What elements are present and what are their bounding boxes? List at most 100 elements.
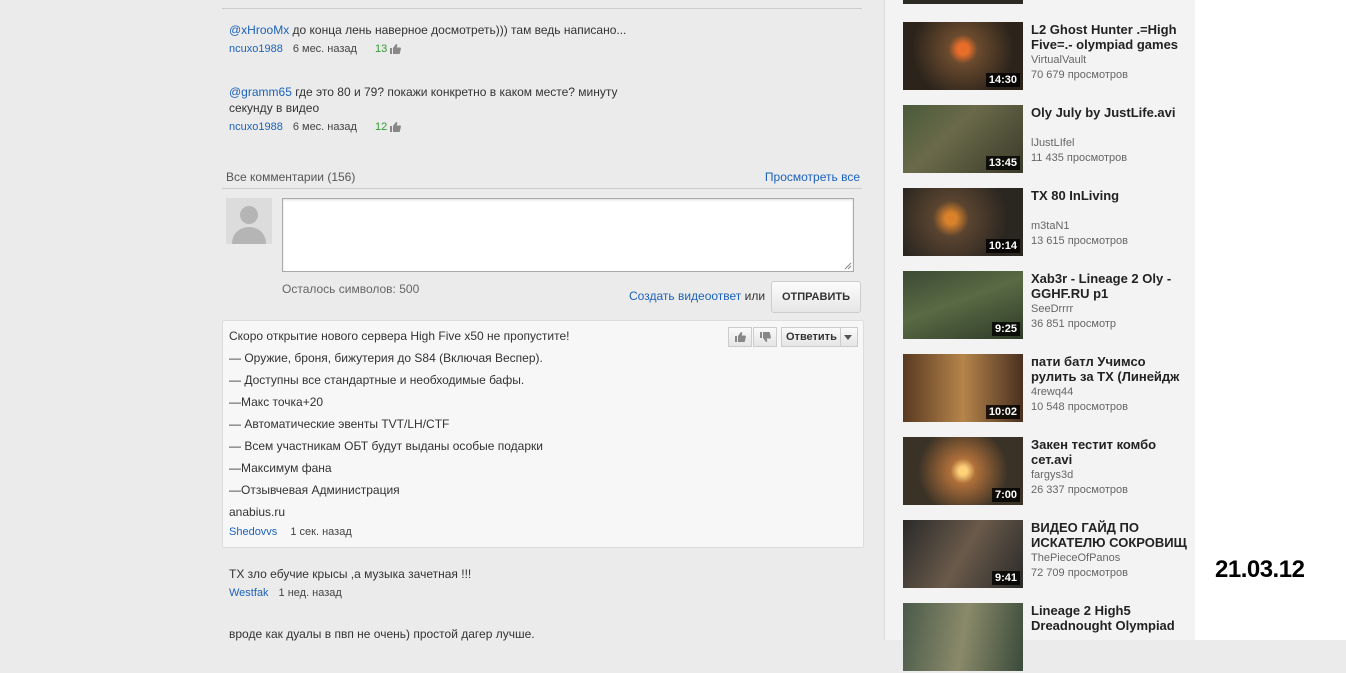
comment-text: Скоро открытие нового сервера High Five …: [229, 327, 569, 525]
video-duration: 10:14: [985, 239, 1020, 253]
video-thumbnail[interactable]: 9:41: [903, 520, 1023, 588]
vote-up-button[interactable]: [728, 327, 752, 347]
reply-label: Ответить: [786, 331, 837, 343]
comment-line: —Макс точка+20: [229, 395, 324, 409]
date-stamp: 21.03.12: [1215, 556, 1305, 583]
related-video-item[interactable]: 9:41 ВИДЕО ГАЙД ПО ИСКАТЕЛЮ СОКРОВИЩ The…: [903, 520, 1193, 590]
video-views: 70 679 просмотров: [1031, 69, 1128, 81]
comment-text: @xHrooMx до конца лень наверное досмотре…: [229, 22, 669, 38]
video-title[interactable]: Oly July by JustLife.avi: [1031, 105, 1191, 120]
comment-author[interactable]: Shedovvs: [229, 526, 277, 538]
video-duration: 10:02: [985, 405, 1020, 419]
video-views: 26 337 просмотров: [1031, 484, 1128, 496]
comment-meta: ncuxo1988 6 мес. назад 13: [229, 41, 669, 57]
related-video-item[interactable]: Lineage 2 High5 Dreadnought Olympiad: [903, 603, 1193, 673]
video-duration: 9:25: [991, 322, 1020, 336]
comment-time: 6 мес. назад: [292, 121, 357, 133]
video-thumbnail[interactable]: [903, 603, 1023, 671]
comment-text: @gramm65 где это 80 и 79? покажи конкрет…: [229, 84, 659, 116]
video-duration: 13:45: [985, 156, 1020, 170]
video-channel: fargys3d: [1031, 469, 1074, 481]
or-text: или: [741, 289, 766, 303]
thumbs-down-icon: [760, 332, 771, 342]
comment-author[interactable]: ncuxo1988: [229, 41, 283, 57]
comment-item: ТХ зло ебучие крысы ,а музыка зачетная !…: [229, 566, 669, 601]
video-duration: 14:30: [985, 73, 1020, 87]
view-all-link[interactable]: Просмотреть все: [765, 170, 860, 184]
related-video-item[interactable]: 9:25 Xab3r - Lineage 2 Oly - GGHF.RU p1 …: [903, 271, 1193, 341]
comment-time: 1 нед. назад: [278, 587, 342, 599]
comment-time: 6 мес. назад: [292, 43, 357, 55]
vote-down-button[interactable]: [753, 327, 777, 347]
comment-meta: Westfak 1 нед. назад: [229, 585, 669, 601]
related-video-item[interactable]: 14:30 L2 Ghost Hunter .=High Five=.- oly…: [903, 22, 1193, 92]
video-title[interactable]: TX 80 InLiving: [1031, 188, 1191, 203]
video-channel: ThePieceOfPanos: [1031, 552, 1121, 564]
comment-line: — Автоматические эвенты TVT/LH/CTF: [229, 417, 450, 431]
thumbs-up-icon: [390, 122, 402, 132]
comment-line: —Отзывчевая Администрация: [229, 483, 400, 497]
related-video-item[interactable]: [903, 0, 1193, 6]
comment-meta: ncuxo1988 6 мес. назад 12: [229, 119, 659, 135]
default-avatar-icon: [226, 198, 272, 244]
video-title[interactable]: L2 Ghost Hunter .=High Five=.- olympiad …: [1031, 22, 1191, 52]
video-title[interactable]: ВИДЕО ГАЙД ПО ИСКАТЕЛЮ СОКРОВИЩ: [1031, 520, 1191, 550]
comment-author[interactable]: ncuxo1988: [229, 119, 283, 135]
video-thumbnail[interactable]: 13:45: [903, 105, 1023, 173]
mention-link[interactable]: @xHrooMx: [229, 23, 289, 37]
comment-meta: Shedovvs 1 сек. назад: [229, 526, 352, 538]
thumbs-up-icon: [390, 44, 402, 54]
video-thumbnail[interactable]: 14:30: [903, 22, 1023, 90]
comment-line: — Оружие, броня, бижутерия до S84 (Включ…: [229, 351, 543, 365]
video-thumbnail[interactable]: 10:02: [903, 354, 1023, 422]
comment-line: —Максимум фана: [229, 461, 332, 475]
thumbs-up-icon: [735, 332, 746, 342]
video-channel: lJustLIfel: [1031, 137, 1075, 149]
highlighted-comment: Скоро открытие нового сервера High Five …: [222, 320, 864, 548]
comment-time: 1 сек. назад: [290, 526, 352, 538]
video-thumbnail[interactable]: [903, 0, 1023, 4]
video-title[interactable]: Закен тестит комбо сет.avi: [1031, 437, 1191, 467]
mention-link[interactable]: @gramm65: [229, 85, 292, 99]
related-video-item[interactable]: 7:00 Закен тестит комбо сет.avi fargys3d…: [903, 437, 1193, 507]
video-thumbnail[interactable]: 10:14: [903, 188, 1023, 256]
video-views: 10 548 просмотров: [1031, 401, 1128, 413]
like-count: 12: [374, 121, 388, 133]
related-video-item[interactable]: 13:45 Oly July by JustLife.avi lJustLIfe…: [903, 105, 1193, 175]
comment-author[interactable]: Westfak: [229, 585, 269, 601]
video-title[interactable]: пати батл Учимсо рулить за ТХ (Линейдж: [1031, 354, 1191, 384]
video-channel: VirtualVault: [1031, 54, 1087, 66]
video-views: 72 709 просмотров: [1031, 567, 1128, 579]
top-comments-header: [222, 0, 862, 9]
resize-handle-icon[interactable]: [844, 262, 852, 270]
video-thumbnail[interactable]: 7:00: [903, 437, 1023, 505]
video-title[interactable]: Lineage 2 High5 Dreadnought Olympiad: [1031, 603, 1191, 633]
related-video-item[interactable]: 10:02 пати батл Учимсо рулить за ТХ (Лин…: [903, 354, 1193, 424]
video-channel: m3taN1: [1031, 220, 1070, 232]
comment-line: anabius.ru: [229, 505, 286, 519]
video-views: 13 615 просмотров: [1031, 235, 1128, 247]
comment-line: Скоро открытие нового сервера High Five …: [229, 329, 570, 343]
video-thumbnail[interactable]: 9:25: [903, 271, 1023, 339]
reply-options: Создать видеоответ или: [629, 289, 765, 303]
reply-button[interactable]: Ответить: [781, 327, 858, 347]
video-reply-link[interactable]: Создать видеоответ: [629, 289, 741, 303]
comment-body: до конца лень наверное досмотреть))) там…: [289, 23, 627, 37]
avatar: [226, 198, 272, 244]
comment-item: @xHrooMx до конца лень наверное досмотре…: [229, 22, 669, 57]
related-video-item[interactable]: 10:14 TX 80 InLiving m3taN1 13 615 просм…: [903, 188, 1193, 258]
video-title[interactable]: Xab3r - Lineage 2 Oly - GGHF.RU p1: [1031, 271, 1191, 301]
comment-textarea[interactable]: [282, 198, 854, 272]
video-duration: 9:41: [991, 571, 1020, 585]
video-duration: 7:00: [991, 488, 1020, 502]
comment-line: — Доступны все стандартные и необходимые…: [229, 373, 525, 387]
video-views: 36 851 просмотр: [1031, 318, 1116, 330]
all-comments-title: Все комментарии (156): [226, 170, 356, 184]
video-channel: 4rewq44: [1031, 386, 1074, 398]
send-button[interactable]: ОТПРАВИТЬ: [771, 281, 861, 313]
comment-line: — Всем участникам ОБТ будут выданы особы…: [229, 439, 543, 453]
comment-text: ТХ зло ебучие крысы ,а музыка зачетная !…: [229, 567, 472, 581]
all-comments-header: Все комментарии (156) Просмотреть все: [222, 166, 862, 189]
video-channel: SeeDrrrr: [1031, 303, 1074, 315]
chevron-down-icon[interactable]: [844, 335, 852, 340]
